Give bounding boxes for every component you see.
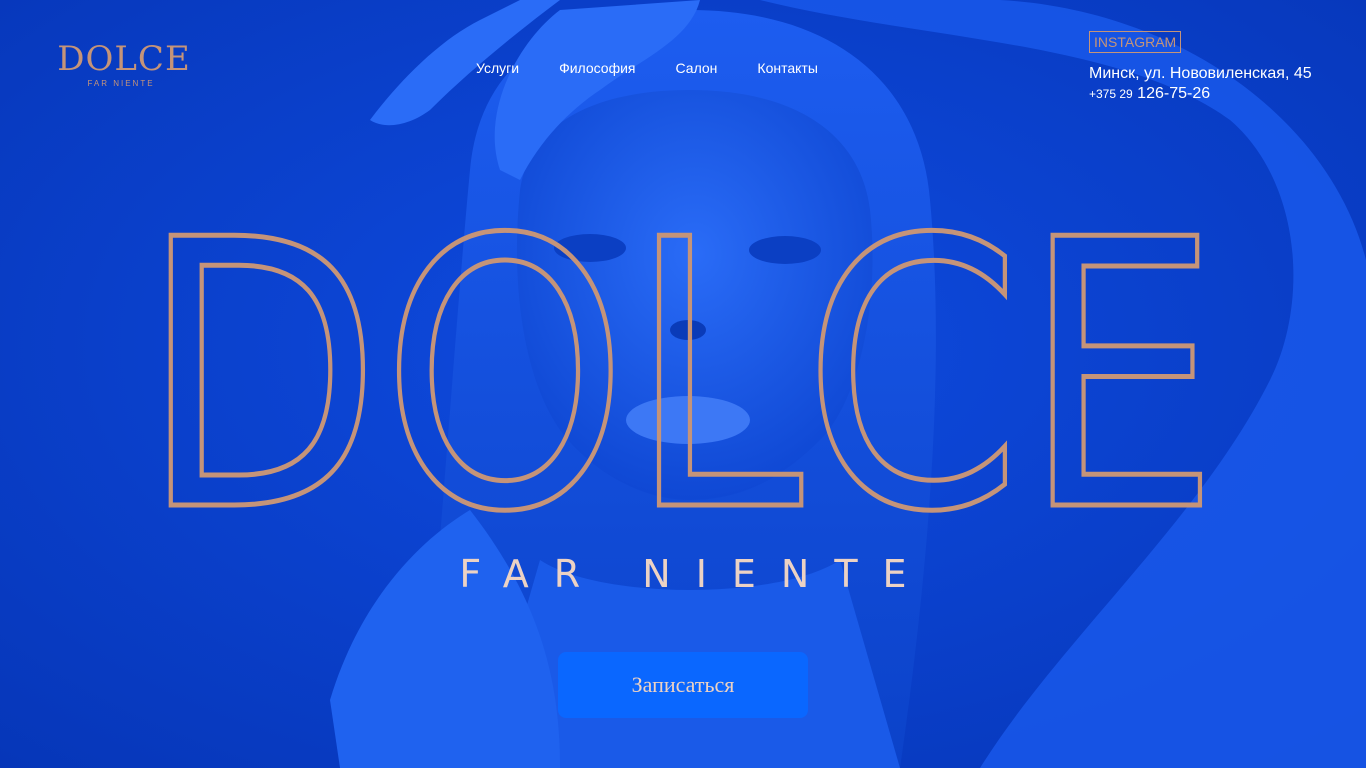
phone-number: 126-75-26 (1137, 85, 1211, 102)
hero-title: DOLCE (140, 215, 1230, 535)
nav-item-services[interactable]: Услуги (476, 60, 519, 78)
hero-title-text: DOLCE (140, 215, 1220, 535)
instagram-link[interactable]: INSTAGRAM (1089, 31, 1182, 53)
contact-block: INSTAGRAM Минск, ул. Нововиленская, 45 +… (1089, 31, 1339, 103)
main-nav: Услуги Философия Салон Контакты (476, 60, 818, 78)
brand-logo[interactable]: DOLCE FAR NIENTE (54, 40, 194, 94)
nav-item-contacts[interactable]: Контакты (757, 60, 817, 78)
nav-item-salon[interactable]: Салон (676, 60, 718, 78)
hero-tagline: FAR NIENTE (459, 552, 932, 596)
logo-wordmark: DOLCE (57, 39, 191, 79)
phone-link[interactable]: +375 29 126-75-26 (1089, 85, 1339, 103)
address-text: Минск, ул. Нововиленская, 45 (1089, 65, 1312, 82)
nav-item-philosophy[interactable]: Философия (559, 60, 635, 78)
book-appointment-button[interactable]: Записаться (558, 652, 808, 718)
phone-code: +375 29 (1089, 87, 1133, 101)
logo-tagline: FAR NIENTE (87, 79, 155, 88)
